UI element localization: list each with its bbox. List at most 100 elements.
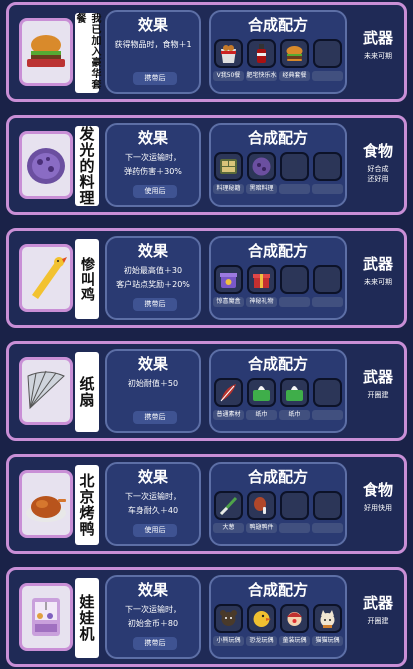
item-thumbnail: [19, 583, 73, 651]
clown-doll-icon: [287, 612, 302, 626]
effect-panel: 效果 初始最高值＋30 客户站点奖励＋20% 携带后: [105, 236, 201, 320]
usage-tag: 使用后: [133, 524, 177, 537]
recipe-panel: 合成配方 料理秘籍 黑暗料理: [209, 123, 347, 207]
item-thumbnail: [19, 357, 73, 425]
ingredient-label: [279, 184, 310, 194]
ingredient-label: 普通素材: [213, 410, 244, 420]
item-name-label: 纸扇: [75, 352, 99, 432]
recipe-title: 合成配方: [247, 355, 308, 373]
ingredient-slot[interactable]: [247, 152, 276, 181]
item-card[interactable]: 北京烤鸭 效果 下一次运输时， 车身耐久＋40 使用后 合成配方 大葱 鸭翅鸭件…: [6, 454, 407, 554]
item-card[interactable]: 我已加入豪华套餐 效果 获得物品时，食物＋1 携带后 合成配方 V我50餐 肥宅…: [6, 2, 407, 102]
ingredient-label: 经典套餐: [279, 71, 310, 81]
ingredient-label: 小熊玩偶: [213, 636, 244, 646]
recipe-title: 合成配方: [247, 581, 308, 599]
ingredient-slot-empty: [280, 265, 309, 294]
ingredient-slot[interactable]: [214, 378, 243, 407]
effect-description: 下一次运输时， 车身耐久＋40: [125, 492, 181, 515]
item-card[interactable]: 娃娃机 效果 下一次运输时， 初始金币＋80 携带后 合成配方 小熊玩偶 恐龙玩…: [6, 567, 407, 667]
ingredient-slot[interactable]: [214, 265, 243, 294]
item-thumbnail: [19, 18, 73, 86]
ingredient-slot[interactable]: [247, 378, 276, 407]
ingredient-label: [312, 184, 343, 194]
ingredient-label: 纸巾: [246, 410, 277, 420]
ingredient-slot[interactable]: [313, 604, 342, 633]
fried-chicken-bucket-icon: [221, 45, 236, 63]
recipe-title: 合成配方: [247, 468, 308, 486]
ingredient-slot-empty: [313, 39, 342, 68]
ingredient-label: 神秘礼物: [246, 297, 277, 307]
ingredient-slot-empty: [280, 491, 309, 520]
ingredient-label: V我50餐: [213, 71, 244, 81]
recipe-title: 合成配方: [247, 242, 308, 260]
effect-title: 效果: [137, 242, 168, 260]
effect-description: 下一次运输时， 初始金币＋80: [125, 605, 181, 628]
ingredient-label: 肥宅快乐水: [246, 71, 277, 81]
recipe-panel: 合成配方 大葱 鸭翅鸭件: [209, 462, 347, 546]
roast-duck-icon: [26, 496, 66, 522]
ingredient-slot[interactable]: [214, 604, 243, 633]
recipe-title: 合成配方: [247, 16, 308, 34]
recipe-panel: 合成配方 普通素材 纸巾 纸巾: [209, 349, 347, 433]
dark-dish-icon: [252, 157, 271, 176]
item-thumbnail: [19, 244, 73, 312]
ingredient-slot[interactable]: [280, 378, 309, 407]
ingredient-label: 料理秘籍: [213, 184, 244, 194]
duck-leg-icon: [254, 497, 266, 514]
category-label: 武器: [362, 29, 393, 47]
ingredient-slot[interactable]: [214, 39, 243, 68]
item-card[interactable]: 纸扇 效果 初始耐值＋50 携带后 合成配方 普通素材 纸巾 纸巾 武器 开圈建: [6, 341, 407, 441]
ingredient-slot[interactable]: [247, 265, 276, 294]
recipe-title: 合成配方: [247, 129, 308, 147]
ingredient-label: [312, 297, 343, 307]
cat-doll-icon: [320, 610, 335, 628]
effect-panel: 效果 下一次运输时， 弹药伤害＋30% 使用后: [105, 123, 201, 207]
recipe-panel: 合成配方 V我50餐 肥宅快乐水 经典套餐: [209, 10, 347, 94]
ingredient-label: 鸭翅鸭件: [246, 523, 277, 533]
ingredient-label: [279, 297, 310, 307]
usage-tag: 携带后: [133, 72, 177, 85]
category-note: 开圈建: [367, 391, 389, 399]
ingredient-slot[interactable]: [280, 39, 309, 68]
usage-tag: 携带后: [133, 298, 177, 311]
ingredient-label: 童装玩偶: [279, 636, 310, 646]
item-card[interactable]: 惨叫鸡 效果 初始最高值＋30 客户站点奖励＋20% 携带后 合成配方 惊喜魔盒…: [6, 228, 407, 328]
screaming-chicken-icon: [32, 257, 67, 299]
bear-doll-icon: [220, 610, 237, 626]
category-note: 开圈建: [367, 617, 389, 625]
recipe-book-icon: [220, 159, 237, 174]
claw-machine-icon: [32, 598, 60, 636]
item-thumbnail: [19, 470, 73, 538]
burger-icon: [27, 35, 65, 67]
feather-icon: [220, 384, 236, 402]
usage-tag: 使用后: [133, 185, 177, 198]
ingredient-slot[interactable]: [214, 491, 243, 520]
effect-panel: 效果 下一次运输时， 车身耐久＋40 使用后: [105, 462, 201, 546]
category-note: 未来可期: [364, 52, 392, 60]
item-card[interactable]: 发光的料理 效果 下一次运输时， 弹药伤害＋30% 使用后 合成配方 料理秘籍 …: [6, 115, 407, 215]
recipe-panel: 合成配方 小熊玩偶 恐龙玩偶 童装玩偶 猫猫玩偶: [209, 575, 347, 659]
ingredient-label: [312, 523, 343, 533]
item-thumbnail: [19, 131, 73, 199]
item-name-label: 发光的料理: [75, 126, 99, 206]
ingredient-slot-empty: [280, 152, 309, 181]
burger-icon: [286, 46, 303, 61]
tissue-box-icon: [286, 386, 303, 401]
ingredient-slot-empty: [313, 152, 342, 181]
gift-box-icon: [253, 274, 270, 288]
effect-panel: 效果 获得物品时，食物＋1 携带后: [105, 10, 201, 94]
ingredient-slot-empty: [313, 265, 342, 294]
ingredient-label: 恐龙玩偶: [246, 636, 277, 646]
tissue-box-icon: [253, 386, 270, 401]
item-name-label: 我已加入豪华套餐: [74, 13, 100, 93]
effect-title: 效果: [137, 16, 168, 34]
ingredient-slot[interactable]: [247, 491, 276, 520]
effect-title: 效果: [137, 581, 168, 599]
ingredient-label: [279, 523, 310, 533]
ingredient-slot[interactable]: [214, 152, 243, 181]
ingredient-label: 黑暗料理: [246, 184, 277, 194]
ingredient-slot[interactable]: [280, 604, 309, 633]
category-label: 食物: [362, 142, 393, 160]
ingredient-slot[interactable]: [247, 39, 276, 68]
ingredient-slot[interactable]: [247, 604, 276, 633]
